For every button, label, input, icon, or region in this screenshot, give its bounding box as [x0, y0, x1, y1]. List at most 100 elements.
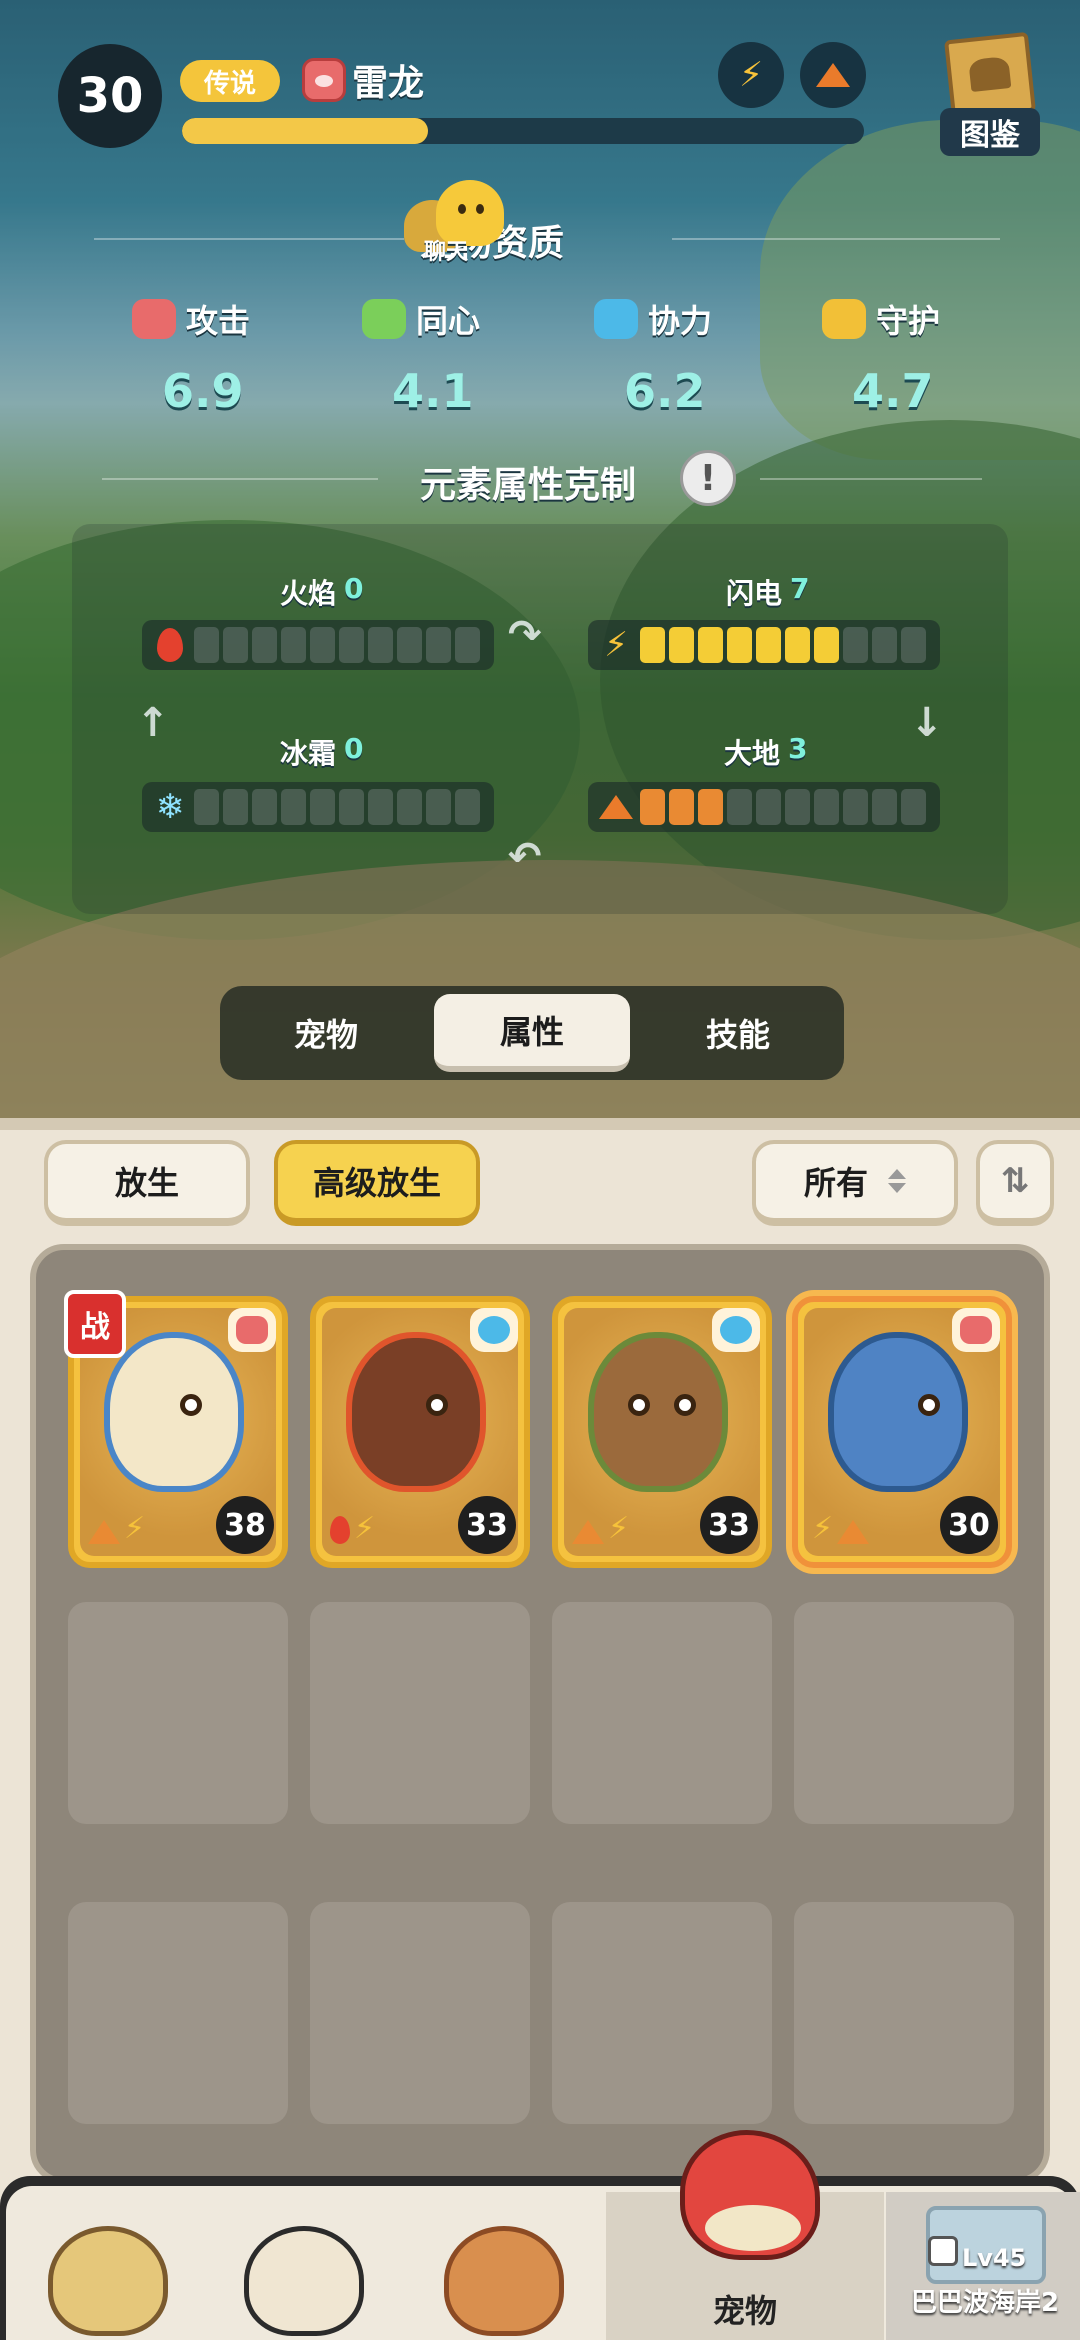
pet-card[interactable]: ⚡ 33 [310, 1296, 530, 1568]
locked-level: Lv45 [962, 2244, 1027, 2272]
filter-value: 所有 [803, 1164, 868, 1202]
element-segment [872, 789, 897, 825]
earth-icon [837, 1520, 870, 1544]
element-segment [727, 627, 752, 663]
stat-value: 6.9 [162, 364, 244, 418]
pet-level-badge: 30 [58, 44, 162, 148]
stat-value: 4.7 [852, 364, 934, 418]
pet-name: 雷龙 [352, 63, 425, 104]
stat-label: 同心 [416, 302, 481, 340]
dropdown-arrows-icon [888, 1169, 906, 1193]
element-segment [397, 627, 422, 663]
in-battle-badge: 战 [64, 1290, 126, 1358]
element-segment [843, 627, 868, 663]
attack-type-icon [302, 58, 346, 102]
stat-label: 攻击 [186, 302, 251, 340]
character-avatar-icon [444, 2226, 564, 2336]
chat-label: 聊天 [424, 240, 469, 265]
advanced-release-button[interactable]: 高级放生 [274, 1140, 480, 1226]
filter-dropdown[interactable]: 所有 [752, 1140, 958, 1226]
lightning-icon: ⚡ [812, 1511, 834, 1546]
element-lightning-label: 闪电 7 [726, 572, 810, 610]
earth-element-button[interactable] [800, 42, 866, 108]
element-segment [785, 789, 810, 825]
element-segment [368, 627, 393, 663]
locked-area-name: 巴巴波海岸2 [910, 2288, 1060, 2318]
stat-empathy: 同心 4.1 [362, 296, 562, 418]
stat-label: 协力 [648, 302, 713, 340]
element-segment [194, 789, 219, 825]
element-segment [252, 627, 277, 663]
pet-card-selected[interactable]: ⚡ 30 [792, 1296, 1012, 1568]
element-segment [640, 789, 665, 825]
pet-level: 33 [458, 1496, 516, 1554]
detail-tabs: 宠物 属性 技能 [220, 986, 844, 1080]
pet-level: 30 [940, 1496, 998, 1554]
chat-button[interactable]: 聊天 [404, 178, 508, 265]
element-segment [901, 627, 926, 663]
attack-icon [952, 1308, 1000, 1352]
pet-portrait [828, 1332, 968, 1492]
earth-icon [88, 1520, 120, 1544]
cooperation-icon [470, 1308, 518, 1352]
cooperation-icon [594, 299, 638, 339]
empty-slot [794, 1902, 1014, 2124]
empty-slot [310, 1902, 530, 2124]
lightning-icon: ⚡ [608, 1511, 630, 1546]
lock-icon [928, 2236, 958, 2266]
nav-character-1[interactable] [8, 2186, 208, 2336]
empty-slot [794, 1602, 1014, 1824]
character-avatar-icon [244, 2226, 364, 2336]
pet-elements: ⚡ [572, 1514, 629, 1544]
pet-elements: ⚡ [88, 1514, 145, 1544]
counter-arrow-icon: ↷ [508, 612, 542, 658]
lightning-icon: ⚡ [354, 1511, 376, 1546]
sort-button[interactable]: ⇅ [976, 1140, 1054, 1226]
divider [94, 238, 404, 240]
lightning-element-button[interactable]: ⚡ [718, 42, 784, 108]
rarity-badge: 传说 [180, 60, 280, 102]
element-segment [339, 627, 364, 663]
pet-elements: ⚡ [330, 1514, 375, 1544]
element-segment [872, 627, 897, 663]
guard-icon [822, 299, 866, 339]
element-segment [281, 789, 306, 825]
element-segment [310, 627, 335, 663]
cooperation-icon [712, 1308, 760, 1352]
attack-icon [132, 299, 176, 339]
release-button[interactable]: 放生 [44, 1140, 250, 1226]
element-lightning-bar: ⚡ [588, 620, 940, 670]
element-earth-label: 大地 3 [724, 732, 808, 770]
element-segment [455, 789, 480, 825]
element-segment [698, 789, 723, 825]
counter-arrow-icon: ↑ [136, 700, 170, 746]
heart-icon [362, 299, 406, 339]
empty-slot [68, 1602, 288, 1824]
counter-arrow-icon: ↶ [508, 834, 542, 880]
pet-portrait [104, 1332, 244, 1492]
nav-character-3[interactable] [404, 2186, 604, 2336]
tab-attributes[interactable]: 属性 [434, 994, 630, 1072]
fire-icon [152, 627, 188, 663]
empty-slot [552, 1602, 772, 1824]
pet-portrait [346, 1332, 486, 1492]
tab-pet[interactable]: 宠物 [228, 994, 424, 1072]
element-fire-label: 火焰 0 [280, 572, 364, 610]
element-segment [727, 789, 752, 825]
tab-skills[interactable]: 技能 [640, 994, 836, 1072]
earth-icon [572, 1520, 604, 1544]
element-fire-bar [142, 620, 494, 670]
element-segment [194, 627, 219, 663]
element-frost-bar: ❄ [142, 782, 494, 832]
codex-button[interactable]: 图鉴 [940, 31, 1040, 156]
pet-card[interactable]: ⚡ 33 [552, 1296, 772, 1568]
element-info-button[interactable]: ! [680, 450, 736, 506]
pet-portrait [588, 1332, 728, 1492]
character-avatar-icon [48, 2226, 168, 2336]
experience-fill [182, 118, 428, 144]
element-segment [426, 789, 451, 825]
lightning-icon: ⚡ [124, 1511, 146, 1546]
divider [672, 238, 1000, 240]
nav-character-2[interactable] [204, 2186, 404, 2336]
codex-label: 图鉴 [940, 108, 1040, 156]
